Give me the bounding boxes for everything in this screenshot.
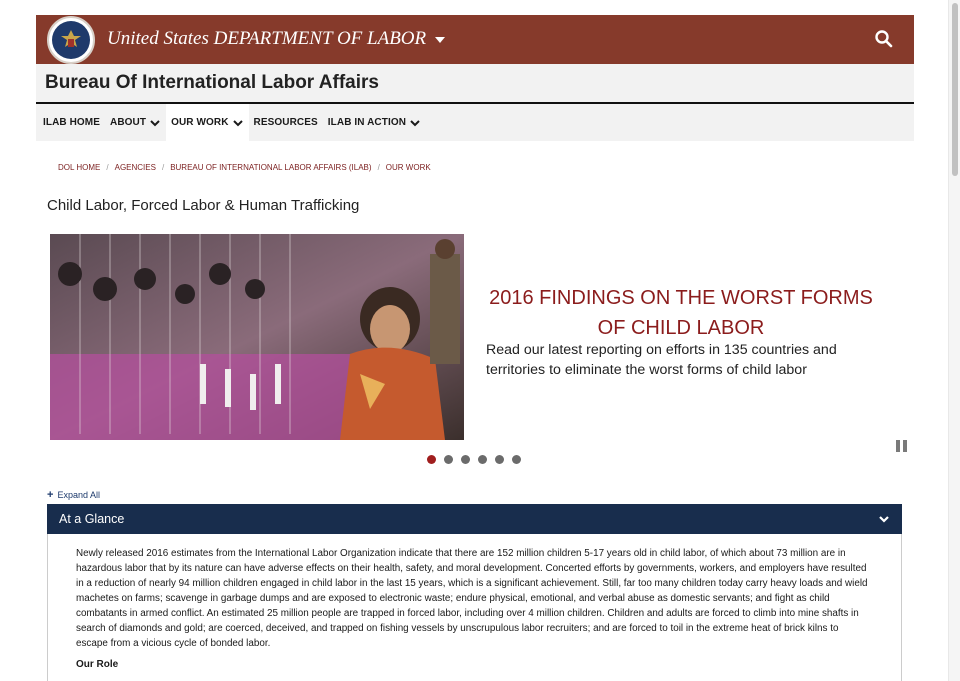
search-button[interactable] bbox=[874, 29, 894, 49]
agency-title: United States DEPARTMENT OF LABOR bbox=[107, 28, 427, 49]
accordion-body: Newly released 2016 estimates from the I… bbox=[47, 534, 902, 681]
expand-all-label: Expand All bbox=[57, 490, 100, 500]
at-a-glance-paragraph: Newly released 2016 estimates from the I… bbox=[76, 548, 868, 649]
breadcrumb-separator: / bbox=[377, 163, 380, 172]
search-icon bbox=[875, 30, 893, 48]
our-role-heading: Our Role bbox=[76, 659, 119, 670]
chevron-down-icon bbox=[232, 119, 243, 126]
breadcrumb-separator: / bbox=[106, 163, 109, 172]
nav-label: ILAB IN ACTION bbox=[327, 117, 407, 128]
accordion-title: At a Glance bbox=[59, 512, 125, 526]
carousel-dot[interactable] bbox=[444, 455, 453, 464]
breadcrumb-separator: / bbox=[161, 163, 165, 172]
carousel-pause-button[interactable] bbox=[896, 440, 908, 452]
carousel-dot[interactable] bbox=[512, 455, 521, 464]
page-scrollbar[interactable] bbox=[948, 0, 960, 681]
nav-label: ILAB HOME bbox=[43, 117, 101, 128]
nav-item-our-work[interactable]: OUR WORK bbox=[166, 104, 249, 141]
carousel-pagination bbox=[427, 455, 521, 464]
seal-emblem bbox=[52, 21, 90, 59]
nav-label: ABOUT bbox=[110, 117, 147, 128]
carousel-dot[interactable] bbox=[478, 455, 487, 464]
breadcrumb-dol-home[interactable]: DOL HOME bbox=[58, 163, 100, 172]
carousel-dot[interactable] bbox=[461, 455, 470, 464]
nav-item-ilab-home[interactable]: ILAB HOME bbox=[38, 104, 105, 141]
chevron-down-icon bbox=[879, 516, 889, 523]
pause-icon-bar bbox=[896, 440, 900, 452]
agency-header: United States DEPARTMENT OF LABOR bbox=[36, 15, 914, 64]
breadcrumb-agencies[interactable]: AGENCIES bbox=[115, 163, 156, 172]
breadcrumb: DOL HOME / AGENCIES / BUREAU OF INTERNAT… bbox=[58, 163, 431, 172]
agency-title-dropdown[interactable]: United States DEPARTMENT OF LABOR bbox=[107, 28, 446, 50]
nav-label: RESOURCES bbox=[253, 117, 318, 128]
eagle-icon bbox=[61, 30, 81, 47]
dol-seal-logo[interactable] bbox=[47, 16, 95, 64]
plus-icon: + bbox=[47, 489, 54, 501]
carousel-slide-image[interactable] bbox=[50, 234, 464, 440]
nav-label: OUR WORK bbox=[171, 117, 229, 128]
page-title: Child Labor, Forced Labor & Human Traffi… bbox=[47, 197, 360, 214]
pause-icon-bar bbox=[903, 440, 907, 452]
caret-down-icon bbox=[435, 37, 446, 43]
chevron-down-icon bbox=[150, 119, 160, 126]
nav-item-resources[interactable]: RESOURCES bbox=[249, 104, 323, 141]
expand-all-button[interactable]: + Expand All bbox=[47, 489, 100, 501]
bureau-header: Bureau Of International Labor Affairs bbox=[36, 64, 914, 104]
carousel-dot[interactable] bbox=[427, 455, 436, 464]
carousel-dot[interactable] bbox=[495, 455, 504, 464]
breadcrumb-ilab[interactable]: BUREAU OF INTERNATIONAL LABOR AFFAIRS (I… bbox=[170, 163, 371, 172]
nav-item-about[interactable]: ABOUT bbox=[105, 104, 166, 141]
accordion-header-at-a-glance[interactable]: At a Glance bbox=[47, 504, 902, 534]
chevron-down-icon bbox=[410, 119, 420, 126]
carousel-slide-text: Read our latest reporting on efforts in … bbox=[486, 342, 837, 378]
child-labor-photo bbox=[50, 234, 464, 440]
scrollbar-thumb[interactable] bbox=[952, 3, 958, 176]
bureau-title[interactable]: Bureau Of International Labor Affairs bbox=[45, 72, 379, 94]
carousel-slide-heading[interactable]: 2016 FINDINGS ON THE WORST FORMS OF CHIL… bbox=[486, 283, 876, 343]
page-container: United States DEPARTMENT OF LABOR Bureau… bbox=[36, 15, 914, 681]
nav-item-ilab-in-action[interactable]: ILAB IN ACTION bbox=[323, 104, 426, 141]
breadcrumb-our-work[interactable]: OUR WORK bbox=[386, 163, 431, 172]
main-nav: ILAB HOME ABOUT OUR WORK RESOURCES ILAB … bbox=[36, 104, 914, 141]
